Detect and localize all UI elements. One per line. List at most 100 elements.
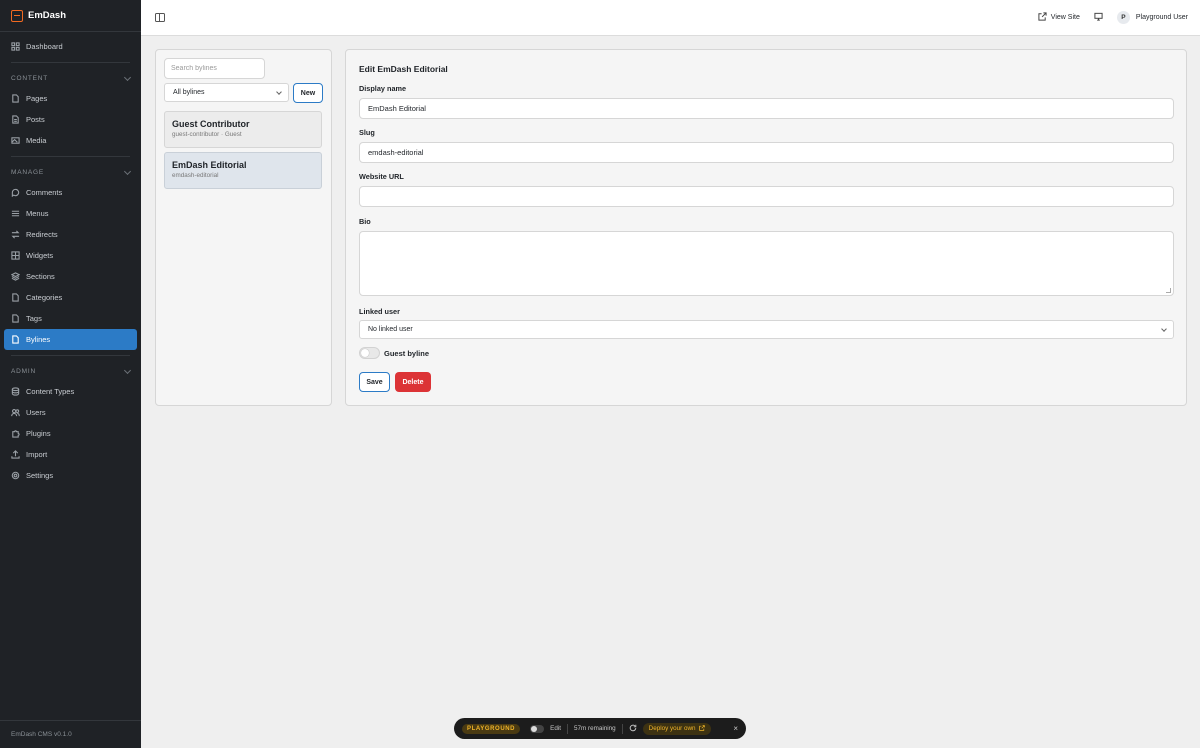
sidebar-item-settings[interactable]: Settings: [0, 465, 141, 486]
sidebar-item-label: Widgets: [26, 251, 54, 260]
edit-title: Edit EmDash Editorial: [359, 64, 448, 74]
sidebar-item-sections[interactable]: Sections: [0, 266, 141, 287]
display-name-field[interactable]: EmDash Editorial: [359, 98, 1174, 119]
sidebar-item-label: Sections: [26, 272, 55, 281]
bio-textarea[interactable]: [359, 231, 1174, 296]
external-link-icon: [1038, 12, 1047, 23]
menu-icon: [11, 209, 20, 218]
database-icon: [11, 387, 20, 396]
sidebar-toggle-icon[interactable]: [155, 13, 165, 22]
sidebar-item-label: Settings: [26, 471, 54, 480]
gear-icon: [11, 471, 20, 480]
website-url-label: Website URL: [359, 172, 404, 181]
deploy-your-own-button[interactable]: Deploy your own: [642, 722, 711, 735]
sidebar-item-label: Import: [26, 450, 48, 459]
section-title: ADMIN: [11, 367, 36, 375]
version-label: EmDash CMS v0.1.0: [0, 720, 141, 748]
sidebar-item-widgets[interactable]: Widgets: [0, 245, 141, 266]
upload-icon: [11, 450, 20, 459]
filter-value: All bylines: [173, 89, 205, 96]
sidebar-item-plugins[interactable]: Plugins: [0, 423, 141, 444]
chevron-down-icon: [123, 73, 132, 81]
sidebar-item-tags[interactable]: Tags: [0, 308, 141, 329]
list-item[interactable]: Guest Contributor guest-contributor · Gu…: [164, 111, 322, 148]
edit-mode-toggle[interactable]: [530, 724, 545, 733]
bylines-list-panel: All bylines New Guest Contributor guest-…: [155, 49, 332, 406]
sidebar-item-content-types[interactable]: Content Types: [0, 381, 141, 402]
sidebar-divider: [11, 156, 130, 157]
guest-byline-label: Guest byline: [384, 349, 430, 358]
brand[interactable]: EmDash: [0, 0, 141, 32]
sidebar-item-categories[interactable]: Categories: [0, 287, 141, 308]
monitor-icon[interactable]: [1094, 12, 1103, 23]
brand-name: EmDash: [28, 10, 67, 21]
separator: [621, 723, 623, 734]
byline-subtitle: guest-contributor · Guest: [172, 131, 242, 138]
sidebar-item-label: Bylines: [26, 335, 51, 344]
sidebar-item-redirects[interactable]: Redirects: [0, 224, 141, 245]
sidebar-item-label: Content Types: [26, 387, 75, 396]
search-input[interactable]: [164, 58, 265, 79]
separator: [566, 723, 568, 734]
linked-user-select[interactable]: No linked user: [359, 320, 1174, 339]
sidebar-item-bylines[interactable]: Bylines: [4, 329, 137, 350]
sidebar-item-users[interactable]: Users: [0, 402, 141, 423]
sidebar-item-label: Menus: [26, 209, 49, 218]
file-icon: [11, 314, 20, 323]
sidebar-item-comments[interactable]: Comments: [0, 182, 141, 203]
file-icon: [11, 94, 20, 103]
save-button[interactable]: Save: [359, 372, 390, 392]
byline-title: EmDash Editorial: [172, 160, 247, 170]
sidebar-item-label: Users: [26, 408, 46, 417]
playground-badge: PLAYGROUND: [462, 723, 521, 734]
chevron-down-icon: [1161, 326, 1167, 332]
view-site-link[interactable]: View Site: [1038, 12, 1080, 23]
sidebar-item-pages[interactable]: Pages: [0, 88, 141, 109]
byline-title: Guest Contributor: [172, 119, 250, 129]
external-link-icon: [698, 724, 705, 733]
guest-byline-toggle[interactable]: [359, 347, 380, 359]
file-text-icon: [11, 115, 20, 124]
section-title: MANAGE: [11, 168, 44, 176]
section-header-content[interactable]: CONTENT: [0, 68, 141, 88]
website-url-field[interactable]: [359, 186, 1174, 207]
topbar: View Site P Playground User: [141, 0, 1200, 36]
close-icon[interactable]: ×: [733, 724, 738, 733]
deploy-label: Deploy your own: [648, 725, 696, 732]
sidebar-item-menus[interactable]: Menus: [0, 203, 141, 224]
sidebar-item-label: Pages: [26, 94, 48, 103]
avatar: P: [1116, 11, 1130, 24]
resize-handle-icon[interactable]: [1166, 288, 1171, 293]
sidebar-item-media[interactable]: Media: [0, 130, 141, 151]
view-site-label: View Site: [1050, 14, 1080, 21]
sidebar-item-label: Categories: [26, 293, 63, 302]
sidebar-item-dashboard[interactable]: Dashboard: [0, 36, 141, 57]
edit-label: Edit: [550, 725, 561, 732]
section-header-admin[interactable]: ADMIN: [0, 361, 141, 381]
slug-label: Slug: [359, 128, 375, 137]
slug-field[interactable]: emdash-editorial: [359, 142, 1174, 163]
byline-subtitle: emdash-editorial: [172, 172, 219, 179]
sidebar-item-label: Comments: [26, 188, 63, 197]
list-item[interactable]: EmDash Editorial emdash-editorial: [164, 152, 322, 189]
user-name: Playground User: [1135, 14, 1188, 21]
refresh-icon[interactable]: [629, 724, 637, 734]
delete-button[interactable]: Delete: [395, 372, 431, 392]
linked-user-label: Linked user: [359, 307, 400, 316]
bylines-filter-select[interactable]: All bylines: [164, 83, 289, 102]
image-icon: [11, 136, 20, 145]
display-name-label: Display name: [359, 84, 407, 93]
new-byline-button[interactable]: New: [293, 83, 323, 103]
user-menu[interactable]: P Playground User: [1116, 11, 1188, 24]
linked-user-value: No linked user: [368, 326, 413, 333]
sidebar-item-label: Media: [26, 136, 47, 145]
sidebar-item-label: Plugins: [26, 429, 51, 438]
sidebar-item-import[interactable]: Import: [0, 444, 141, 465]
file-icon: [11, 293, 20, 302]
chevron-down-icon: [123, 366, 132, 374]
section-header-manage[interactable]: MANAGE: [0, 162, 141, 182]
sidebar-item-label: Tags: [26, 314, 42, 323]
layers-icon: [11, 272, 20, 281]
sidebar-item-posts[interactable]: Posts: [0, 109, 141, 130]
sidebar-divider: [11, 355, 130, 356]
